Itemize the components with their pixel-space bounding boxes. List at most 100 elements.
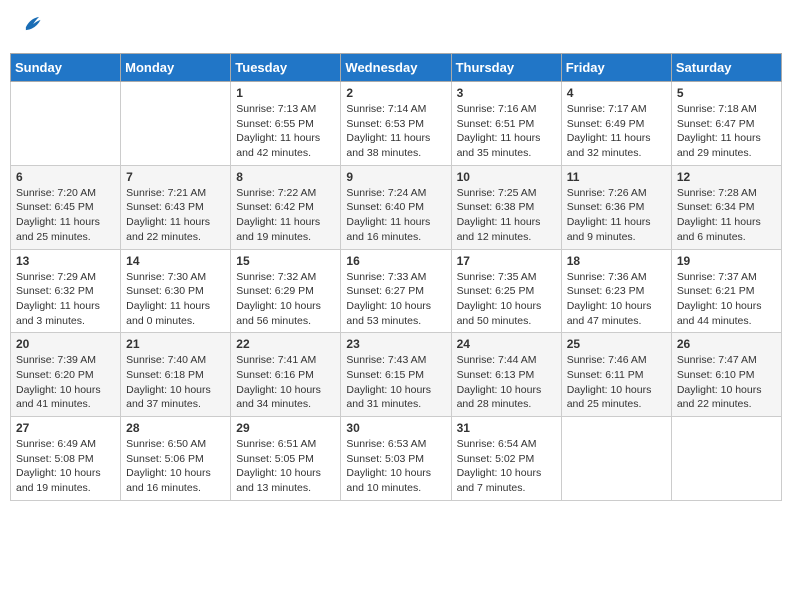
day-number: 18 <box>567 254 666 268</box>
calendar-cell: 22 Sunrise: 7:41 AMSunset: 6:16 PMDayligh… <box>231 333 341 417</box>
page-header <box>10 10 782 45</box>
day-number: 8 <box>236 170 335 184</box>
day-number: 12 <box>677 170 776 184</box>
cell-info: Sunrise: 7:46 AMSunset: 6:11 PMDaylight:… <box>567 353 666 412</box>
calendar-week-row: 1 Sunrise: 7:13 AMSunset: 6:55 PMDaylight… <box>11 82 782 166</box>
calendar-cell: 12 Sunrise: 7:28 AMSunset: 6:34 PMDayligh… <box>671 165 781 249</box>
calendar-cell <box>11 82 121 166</box>
weekday-header: Wednesday <box>341 54 451 82</box>
day-number: 21 <box>126 337 225 351</box>
calendar-week-row: 13 Sunrise: 7:29 AMSunset: 6:32 PMDayligh… <box>11 249 782 333</box>
day-number: 31 <box>457 421 556 435</box>
cell-info: Sunrise: 6:49 AMSunset: 5:08 PMDaylight:… <box>16 437 115 496</box>
calendar-cell <box>121 82 231 166</box>
day-number: 29 <box>236 421 335 435</box>
calendar-cell: 8 Sunrise: 7:22 AMSunset: 6:42 PMDaylight… <box>231 165 341 249</box>
day-number: 15 <box>236 254 335 268</box>
calendar-cell: 28 Sunrise: 6:50 AMSunset: 5:06 PMDayligh… <box>121 417 231 501</box>
calendar-week-row: 27 Sunrise: 6:49 AMSunset: 5:08 PMDayligh… <box>11 417 782 501</box>
calendar-cell: 14Sunrise: 7:30 AMSunset: 6:30 PMDayligh… <box>121 249 231 333</box>
calendar-cell: 3Sunrise: 7:16 AMSunset: 6:51 PMDaylight… <box>451 82 561 166</box>
cell-info: Sunrise: 6:54 AMSunset: 5:02 PMDaylight:… <box>457 437 556 496</box>
day-number: 3 <box>457 86 556 100</box>
cell-info: Sunrise: 7:35 AMSunset: 6:25 PMDaylight:… <box>457 270 556 329</box>
cell-info: Sunrise: 7:26 AMSunset: 6:36 PMDaylight:… <box>567 186 666 245</box>
calendar-cell: 1 Sunrise: 7:13 AMSunset: 6:55 PMDaylight… <box>231 82 341 166</box>
calendar-cell: 13 Sunrise: 7:29 AMSunset: 6:32 PMDayligh… <box>11 249 121 333</box>
cell-info: Sunrise: 7:22 AMSunset: 6:42 PMDaylight:… <box>236 186 335 245</box>
calendar-cell: 30Sunrise: 6:53 AMSunset: 5:03 PMDayligh… <box>341 417 451 501</box>
day-number: 4 <box>567 86 666 100</box>
cell-info: Sunrise: 7:24 AMSunset: 6:40 PMDaylight:… <box>346 186 445 245</box>
cell-info: Sunrise: 6:50 AMSunset: 5:06 PMDaylight:… <box>126 437 225 496</box>
calendar-cell <box>561 417 671 501</box>
calendar-cell: 18Sunrise: 7:36 AMSunset: 6:23 PMDayligh… <box>561 249 671 333</box>
cell-info: Sunrise: 7:39 AMSunset: 6:20 PMDaylight:… <box>16 353 115 412</box>
logo <box>18 14 42 41</box>
cell-info: Sunrise: 7:43 AMSunset: 6:15 PMDaylight:… <box>346 353 445 412</box>
calendar-cell: 27 Sunrise: 6:49 AMSunset: 5:08 PMDayligh… <box>11 417 121 501</box>
weekday-header: Monday <box>121 54 231 82</box>
weekday-header: Tuesday <box>231 54 341 82</box>
calendar-cell: 2 Sunrise: 7:14 AMSunset: 6:53 PMDaylight… <box>341 82 451 166</box>
day-number: 5 <box>677 86 776 100</box>
calendar-cell: 17 Sunrise: 7:35 AMSunset: 6:25 PMDayligh… <box>451 249 561 333</box>
cell-info: Sunrise: 7:44 AMSunset: 6:13 PMDaylight:… <box>457 353 556 412</box>
cell-info: Sunrise: 6:51 AMSunset: 5:05 PMDaylight:… <box>236 437 335 496</box>
day-number: 20 <box>16 337 115 351</box>
cell-info: Sunrise: 7:21 AMSunset: 6:43 PMDaylight:… <box>126 186 225 245</box>
calendar-cell: 23 Sunrise: 7:43 AMSunset: 6:15 PMDayligh… <box>341 333 451 417</box>
day-number: 19 <box>677 254 776 268</box>
cell-info: Sunrise: 7:40 AMSunset: 6:18 PMDaylight:… <box>126 353 225 412</box>
calendar-cell: 21 Sunrise: 7:40 AMSunset: 6:18 PMDayligh… <box>121 333 231 417</box>
day-number: 23 <box>346 337 445 351</box>
cell-info: Sunrise: 7:13 AMSunset: 6:55 PMDaylight:… <box>236 102 335 161</box>
calendar-week-row: 6 Sunrise: 7:20 AMSunset: 6:45 PMDaylight… <box>11 165 782 249</box>
calendar-cell: 26Sunrise: 7:47 AMSunset: 6:10 PMDayligh… <box>671 333 781 417</box>
day-number: 22 <box>236 337 335 351</box>
cell-info: Sunrise: 7:20 AMSunset: 6:45 PMDaylight:… <box>16 186 115 245</box>
cell-info: Sunrise: 7:29 AMSunset: 6:32 PMDaylight:… <box>16 270 115 329</box>
cell-info: Sunrise: 7:18 AMSunset: 6:47 PMDaylight:… <box>677 102 776 161</box>
cell-info: Sunrise: 7:25 AMSunset: 6:38 PMDaylight:… <box>457 186 556 245</box>
cell-info: Sunrise: 6:53 AMSunset: 5:03 PMDaylight:… <box>346 437 445 496</box>
day-number: 25 <box>567 337 666 351</box>
calendar-cell: 7Sunrise: 7:21 AMSunset: 6:43 PMDaylight… <box>121 165 231 249</box>
calendar-week-row: 20 Sunrise: 7:39 AMSunset: 6:20 PMDayligh… <box>11 333 782 417</box>
calendar-cell: 15 Sunrise: 7:32 AMSunset: 6:29 PMDayligh… <box>231 249 341 333</box>
day-number: 9 <box>346 170 445 184</box>
cell-info: Sunrise: 7:28 AMSunset: 6:34 PMDaylight:… <box>677 186 776 245</box>
cell-info: Sunrise: 7:37 AMSunset: 6:21 PMDaylight:… <box>677 270 776 329</box>
weekday-header: Sunday <box>11 54 121 82</box>
calendar-cell: 16Sunrise: 7:33 AMSunset: 6:27 PMDayligh… <box>341 249 451 333</box>
day-number: 16 <box>346 254 445 268</box>
day-number: 27 <box>16 421 115 435</box>
calendar-cell: 4Sunrise: 7:17 AMSunset: 6:49 PMDaylight… <box>561 82 671 166</box>
calendar-cell: 5 Sunrise: 7:18 AMSunset: 6:47 PMDaylight… <box>671 82 781 166</box>
cell-info: Sunrise: 7:32 AMSunset: 6:29 PMDaylight:… <box>236 270 335 329</box>
calendar-cell: 31 Sunrise: 6:54 AMSunset: 5:02 PMDayligh… <box>451 417 561 501</box>
calendar-cell: 6 Sunrise: 7:20 AMSunset: 6:45 PMDaylight… <box>11 165 121 249</box>
day-number: 1 <box>236 86 335 100</box>
cell-info: Sunrise: 7:41 AMSunset: 6:16 PMDaylight:… <box>236 353 335 412</box>
logo-bird-icon <box>20 14 42 36</box>
calendar-cell: 11Sunrise: 7:26 AMSunset: 6:36 PMDayligh… <box>561 165 671 249</box>
day-number: 14 <box>126 254 225 268</box>
calendar-cell: 20 Sunrise: 7:39 AMSunset: 6:20 PMDayligh… <box>11 333 121 417</box>
day-number: 6 <box>16 170 115 184</box>
day-number: 17 <box>457 254 556 268</box>
day-number: 28 <box>126 421 225 435</box>
cell-info: Sunrise: 7:14 AMSunset: 6:53 PMDaylight:… <box>346 102 445 161</box>
day-number: 13 <box>16 254 115 268</box>
weekday-header: Thursday <box>451 54 561 82</box>
weekday-header: Saturday <box>671 54 781 82</box>
day-number: 26 <box>677 337 776 351</box>
calendar-cell: 10 Sunrise: 7:25 AMSunset: 6:38 PMDayligh… <box>451 165 561 249</box>
calendar-cell: 29 Sunrise: 6:51 AMSunset: 5:05 PMDayligh… <box>231 417 341 501</box>
calendar-table: SundayMondayTuesdayWednesdayThursdayFrid… <box>10 53 782 501</box>
day-number: 2 <box>346 86 445 100</box>
calendar-cell <box>671 417 781 501</box>
day-number: 10 <box>457 170 556 184</box>
calendar-cell: 19 Sunrise: 7:37 AMSunset: 6:21 PMDayligh… <box>671 249 781 333</box>
calendar-cell: 9 Sunrise: 7:24 AMSunset: 6:40 PMDaylight… <box>341 165 451 249</box>
